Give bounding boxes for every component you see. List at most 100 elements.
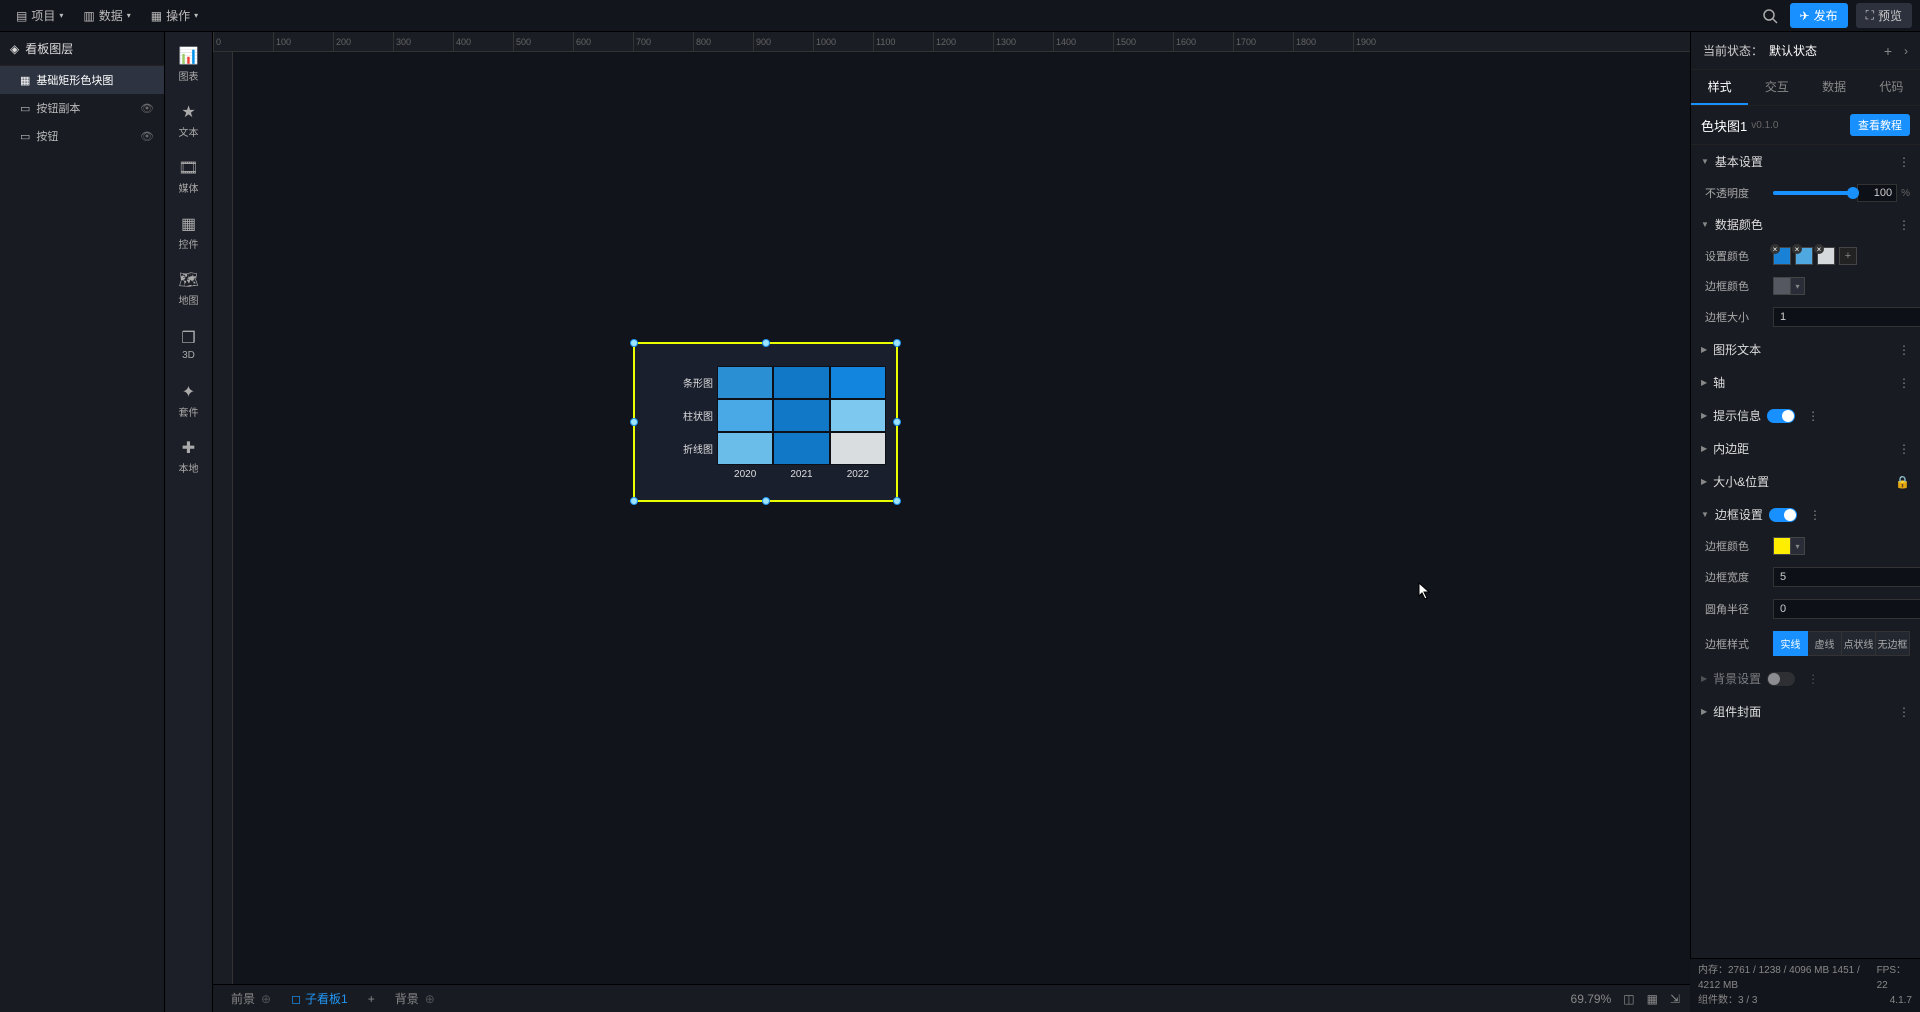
category-icon: 🗺: [178, 270, 198, 290]
canvas-footer: 前景⊕◻子看板1+背景⊕ 69.79% ◫ ▦ ⇲: [213, 984, 1690, 1012]
delete-swatch-icon[interactable]: ×: [1792, 244, 1802, 254]
layer-item[interactable]: ▦基础矩形色块图: [0, 66, 164, 94]
property-tab[interactable]: 代码: [1863, 70, 1920, 105]
state-value[interactable]: 默认状态: [1769, 42, 1817, 59]
category-icon: ▦: [181, 214, 196, 234]
data-icon: ▥: [83, 9, 94, 23]
grid-toggle-icon[interactable]: ▦: [1647, 992, 1658, 1006]
add-swatch-button[interactable]: +: [1839, 247, 1857, 265]
category-icon: 🎞: [178, 158, 198, 178]
status-bar: 内存：2761 / 1238 / 4096 MB 1451 / 4212 MBF…: [1690, 958, 1920, 1012]
resize-handle-rm[interactable]: [893, 418, 901, 426]
property-tab[interactable]: 数据: [1806, 70, 1863, 105]
section-basic[interactable]: ▼基本设置⋮: [1691, 145, 1920, 178]
layer-item[interactable]: ▭按钮👁: [0, 122, 164, 150]
component-category[interactable]: 🎞媒体: [169, 152, 209, 200]
heatmap-cell: [717, 366, 773, 399]
tutorial-button[interactable]: 查看教程: [1850, 114, 1910, 136]
more-icon[interactable]: ⋮: [1898, 705, 1910, 719]
component-category[interactable]: ★文本: [169, 96, 209, 144]
more-icon[interactable]: ⋮: [1898, 218, 1910, 232]
opacity-slider[interactable]: [1773, 191, 1853, 195]
property-tab[interactable]: 样式: [1691, 70, 1748, 105]
resize-handle-tr[interactable]: [893, 339, 901, 347]
property-tabs: 样式交互数据代码: [1691, 70, 1920, 106]
border-radius-input[interactable]: [1773, 599, 1920, 619]
add-icon[interactable]: ⊕: [261, 992, 271, 1006]
section-cover[interactable]: ▶组件封面⋮: [1691, 695, 1920, 728]
more-icon[interactable]: ⋮: [1898, 376, 1910, 390]
border-style-option[interactable]: 虚线: [1808, 631, 1842, 656]
heatmap-cell: [773, 399, 829, 432]
lock-icon[interactable]: 🔒: [1895, 475, 1910, 489]
more-icon[interactable]: ›: [1904, 44, 1908, 58]
visibility-icon[interactable]: 👁: [140, 130, 154, 143]
bd-color-picker[interactable]: ▾: [1773, 277, 1805, 295]
bd-size-input[interactable]: [1773, 307, 1920, 327]
more-icon[interactable]: ⋮: [1898, 442, 1910, 456]
set-color-label: 设置颜色: [1705, 248, 1765, 264]
resize-handle-tl[interactable]: [630, 339, 638, 347]
canvas-viewport[interactable]: 条形图柱状图折线图202020212022: [233, 52, 1690, 984]
resize-handle-bl[interactable]: [630, 497, 638, 505]
section-graph-text[interactable]: ▶图形文本⋮: [1691, 333, 1920, 366]
more-icon[interactable]: ⋮: [1898, 343, 1910, 357]
arrows-icon[interactable]: ⇲: [1670, 992, 1680, 1006]
component-category[interactable]: ▦控件: [169, 208, 209, 256]
footer-tab[interactable]: 背景⊕: [387, 988, 443, 1009]
section-size-pos[interactable]: ▶大小&位置🔒: [1691, 465, 1920, 498]
menu-project[interactable]: ▤项目 ▾: [8, 3, 71, 28]
category-label: 地图: [179, 292, 199, 307]
border-style-option[interactable]: 无边框: [1876, 631, 1910, 656]
more-icon[interactable]: ⋮: [1809, 508, 1821, 522]
component-category[interactable]: ❒3D: [169, 320, 209, 368]
menu-data[interactable]: ▥数据 ▾: [75, 3, 138, 28]
border-color-picker[interactable]: ▾: [1773, 537, 1805, 555]
layer-item[interactable]: ▭按钮副本👁: [0, 94, 164, 122]
resize-handle-bm[interactable]: [762, 497, 770, 505]
footer-tab[interactable]: 前景⊕: [223, 988, 279, 1009]
more-icon[interactable]: ⋮: [1807, 672, 1819, 686]
section-axis[interactable]: ▶轴⋮: [1691, 366, 1920, 399]
delete-swatch-icon[interactable]: ×: [1770, 244, 1780, 254]
resize-handle-lm[interactable]: [630, 418, 638, 426]
menu-action[interactable]: ▦操作 ▾: [143, 3, 206, 28]
search-icon[interactable]: [1760, 6, 1780, 26]
fit-icon[interactable]: ◫: [1623, 992, 1634, 1006]
resize-handle-tm[interactable]: [762, 339, 770, 347]
section-padding[interactable]: ▶内边距⋮: [1691, 432, 1920, 465]
delete-swatch-icon[interactable]: ×: [1814, 244, 1824, 254]
preview-button[interactable]: ⛶预览: [1856, 3, 1912, 28]
section-data-color[interactable]: ▼数据颜色⋮: [1691, 208, 1920, 241]
property-tab[interactable]: 交互: [1748, 70, 1805, 105]
section-tooltip[interactable]: ▶提示信息⋮: [1691, 399, 1920, 432]
border-style-option[interactable]: 实线: [1773, 631, 1808, 656]
bg-toggle[interactable]: [1767, 672, 1795, 686]
section-bg[interactable]: ▶背景设置⋮: [1691, 662, 1920, 695]
section-border[interactable]: ▼边框设置⋮: [1691, 498, 1920, 531]
border-width-input[interactable]: [1773, 567, 1920, 587]
selected-component[interactable]: 条形图柱状图折线图202020212022: [633, 342, 898, 502]
file-icon: ▤: [16, 9, 27, 23]
add-icon[interactable]: ⊕: [425, 992, 435, 1006]
zoom-display[interactable]: 69.79%: [1571, 992, 1612, 1006]
add-tab-button[interactable]: +: [360, 990, 383, 1008]
component-category[interactable]: 📊图表: [169, 40, 209, 88]
more-icon[interactable]: ⋮: [1898, 155, 1910, 169]
component-category[interactable]: 🗺 地图: [169, 264, 209, 312]
more-icon[interactable]: ⋮: [1807, 409, 1819, 423]
add-state-button[interactable]: +: [1884, 43, 1892, 59]
component-category[interactable]: ✚本地: [169, 432, 209, 480]
component-category[interactable]: ✦套件: [169, 376, 209, 424]
publish-button[interactable]: ✈发布: [1790, 3, 1848, 28]
visibility-icon[interactable]: 👁: [140, 102, 154, 115]
footer-tab[interactable]: ◻子看板1: [283, 988, 356, 1009]
tooltip-toggle[interactable]: [1767, 409, 1795, 423]
border-toggle[interactable]: [1769, 508, 1797, 522]
color-swatch[interactable]: ×: [1795, 247, 1813, 265]
opacity-input[interactable]: [1857, 184, 1897, 202]
color-swatch[interactable]: ×: [1773, 247, 1791, 265]
resize-handle-br[interactable]: [893, 497, 901, 505]
color-swatch[interactable]: ×: [1817, 247, 1835, 265]
border-style-option[interactable]: 点状线: [1842, 631, 1876, 656]
